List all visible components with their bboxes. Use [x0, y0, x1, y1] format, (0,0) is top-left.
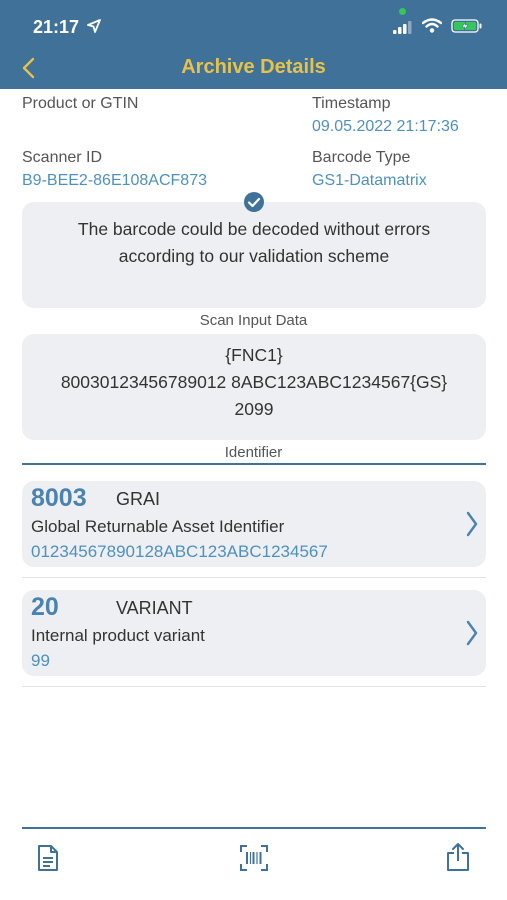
identifier-value: 01234567890128ABC123ABC1234567 [31, 542, 328, 561]
privacy-indicator [399, 8, 406, 15]
identifier-abbr: VARIANT [116, 598, 193, 618]
status-time: 21:17 [33, 17, 80, 37]
share-icon[interactable] [445, 842, 471, 872]
identifier-description: Global Returnable Asset Identifier [31, 517, 285, 536]
validation-line-2: according to our validation scheme [118, 246, 390, 266]
tab-bar-divider [22, 827, 486, 829]
identifier-label: Identifier [224, 444, 283, 461]
scan-input-line-1: {FNC1} [225, 345, 283, 365]
wifi-icon [422, 18, 442, 33]
scanner-id-label: Scanner ID [22, 149, 103, 166]
location-arrow-icon [87, 19, 101, 33]
scanner-id-value: B9-BEE2-86E108ACF873 [22, 172, 207, 189]
barcode-scan-icon[interactable] [240, 845, 268, 871]
document-icon[interactable] [35, 844, 61, 872]
timestamp-label: Timestamp [312, 95, 391, 112]
validation-line-1: The barcode could be decoded without err… [77, 219, 431, 239]
identifier-description: Internal product variant [31, 626, 205, 645]
identifier-divider [22, 463, 486, 465]
timestamp-value: 09.05.2022 21:17:36 [312, 118, 459, 135]
scan-input-label: Scan Input Data [199, 312, 308, 329]
identifier-value: 99 [31, 651, 50, 670]
scan-input-line-3: 2099 [234, 399, 274, 419]
identifier-code: 8003 [31, 484, 87, 512]
identifier-code: 20 [31, 593, 59, 621]
scan-input-data: {FNC1} 80030123456789012 8ABC123ABC12345… [22, 342, 486, 423]
row-separator [22, 577, 486, 578]
validation-message: The barcode could be decoded without err… [22, 216, 486, 270]
identifier-abbr: GRAI [116, 489, 161, 509]
product-label: Product or GTIN [22, 95, 139, 112]
barcode-type-value: GS1-Datamatrix [312, 172, 427, 189]
row-separator [22, 686, 486, 687]
nav-bar: 21:17 Archive Details [0, 0, 507, 89]
scan-input-line-2: 80030123456789012 8ABC123ABC1234567{GS} [60, 372, 448, 392]
checkmark-circle-icon [244, 192, 264, 212]
signal-icon [393, 21, 412, 34]
chevron-right-icon[interactable] [466, 511, 478, 537]
page-title: Archive Details [181, 56, 326, 78]
barcode-type-label: Barcode Type [312, 149, 411, 166]
chevron-right-icon[interactable] [466, 620, 478, 646]
battery-icon [451, 19, 482, 33]
